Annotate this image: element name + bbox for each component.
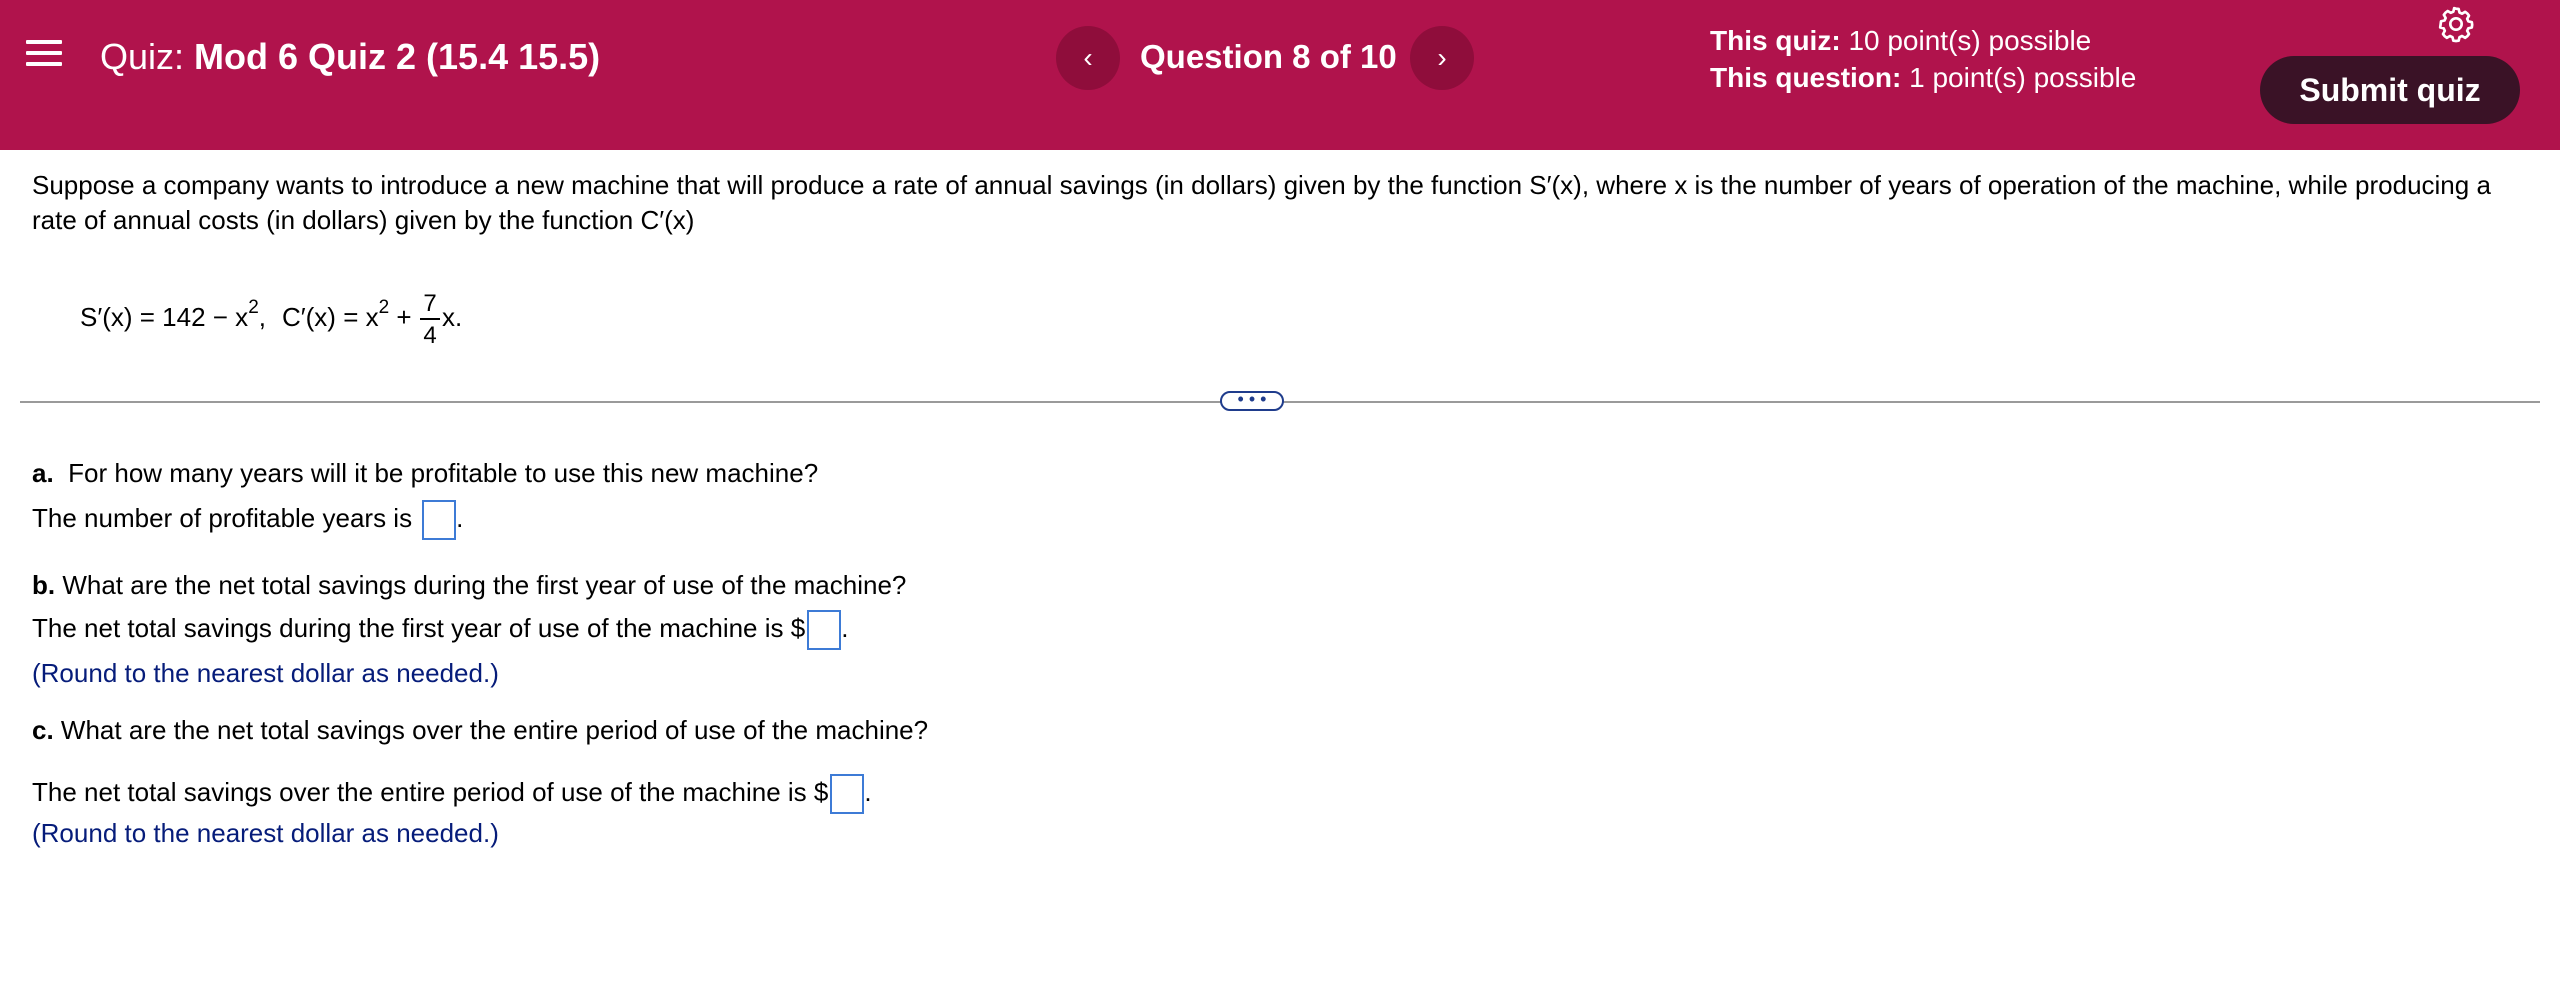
part-a-question-text: For how many years will it be profitable… xyxy=(68,458,819,488)
savings-exponent: 2 xyxy=(248,297,259,318)
part-c-answer: The net total savings over the entire pe… xyxy=(32,774,872,814)
part-b-answer-prefix: The net total savings during the first y… xyxy=(32,612,806,643)
next-question-button[interactable]: › xyxy=(1410,26,1474,90)
question-points-label: This question: xyxy=(1710,62,1902,93)
chevron-right-icon: › xyxy=(1437,42,1447,73)
quiz-name: Mod 6 Quiz 2 (15.4 15.5) xyxy=(194,36,601,77)
fraction-numerator: 7 xyxy=(423,290,437,317)
quiz-header: Quiz: Mod 6 Quiz 2 (15.4 15.5) ‹ Question… xyxy=(0,0,2560,150)
cost-exponent: 2 xyxy=(378,297,390,318)
submit-quiz-button[interactable]: Submit quiz xyxy=(2260,56,2520,124)
part-a-answer-prefix: The number of profitable years is xyxy=(32,502,413,533)
part-a-letter: a. xyxy=(32,458,54,488)
part-b-letter: b. xyxy=(32,570,56,600)
part-b-question: b. What are the net total savings during… xyxy=(32,570,906,601)
part-a-answer-suffix: . xyxy=(456,502,464,533)
expand-question-button[interactable]: • • • xyxy=(1220,390,1284,411)
question-intro: Suppose a company wants to introduce a n… xyxy=(32,170,2491,235)
part-c-answer-suffix: . xyxy=(864,776,872,807)
part-c-hint: (Round to the nearest dollar as needed.) xyxy=(32,818,499,848)
fraction-denominator: 4 xyxy=(423,322,437,349)
gear-icon[interactable] xyxy=(2436,4,2476,44)
part-c-answer-input[interactable] xyxy=(830,774,865,814)
part-c-answer-prefix: The net total savings over the entire pe… xyxy=(32,776,829,807)
part-b-answer: The net total savings during the first y… xyxy=(32,610,848,650)
quiz-label: Quiz: xyxy=(100,36,185,77)
part-c-question: c. What are the net total savings over t… xyxy=(32,715,928,746)
part-b-hint: (Round to the nearest dollar as needed.) xyxy=(32,658,499,688)
previous-question-button[interactable]: ‹ xyxy=(1056,26,1120,90)
quiz-title: Quiz: Mod 6 Quiz 2 (15.4 15.5) xyxy=(100,36,600,78)
quiz-points-value: 10 point(s) possible xyxy=(1848,25,2092,56)
question-points: This question: 1 point(s) possible xyxy=(1710,59,2136,96)
formula-tail: x. xyxy=(442,302,463,332)
savings-formula: S′(x) = 142 − x2, xyxy=(80,297,266,333)
part-a-answer: The number of profitable years is. xyxy=(32,500,463,540)
quiz-points: This quiz: 10 point(s) possible xyxy=(1710,22,2136,59)
cost-formula-text: C′(x) = x xyxy=(282,302,379,332)
part-b-answer-input[interactable] xyxy=(807,610,842,650)
question-counter: Question 8 of 10 xyxy=(1140,38,1397,75)
savings-formula-text: S′(x) = 142 − x xyxy=(80,302,249,332)
question-points-value: 1 point(s) possible xyxy=(1909,62,2137,93)
fraction-bar xyxy=(420,318,440,320)
formula-comma: , xyxy=(258,302,266,332)
question-content: Suppose a company wants to introduce a n… xyxy=(32,168,2532,366)
part-c-letter: c. xyxy=(32,715,54,745)
points-info: This quiz: 10 point(s) possible This que… xyxy=(1710,22,2136,96)
part-a-answer-input[interactable] xyxy=(422,500,457,540)
part-c-question-text: What are the net total savings over the … xyxy=(60,715,929,745)
part-b-answer-suffix: . xyxy=(841,612,849,643)
quiz-points-label: This quiz: xyxy=(1710,25,1841,56)
menu-icon[interactable] xyxy=(26,40,62,70)
formula: S′(x) = 142 − x2, C′(x) = x2 + 7 4 x. xyxy=(80,266,2532,366)
chevron-left-icon: ‹ xyxy=(1083,42,1093,73)
part-b-question-text: What are the net total savings during th… xyxy=(62,570,907,600)
cost-formula: C′(x) = x2 + xyxy=(282,297,412,333)
part-a-question: a. For how many years will it be profita… xyxy=(32,458,818,489)
formula-plus: + xyxy=(396,302,412,332)
